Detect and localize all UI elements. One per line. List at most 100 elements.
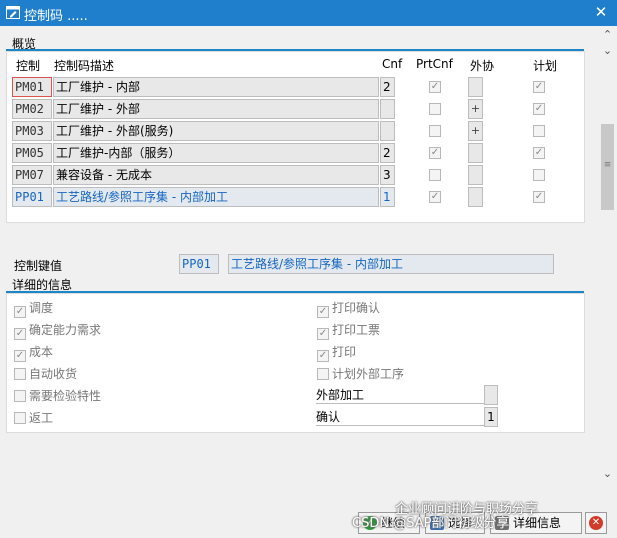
- row-plan-checkbox[interactable]: ✓: [533, 147, 545, 159]
- row-cnf[interactable]: 2: [380, 77, 395, 97]
- row-external-field[interactable]: [468, 187, 483, 207]
- control-key-value-label: 控制键值: [14, 259, 63, 273]
- watermark-line2: CSDN @SAP部门初级分享: [352, 516, 510, 531]
- detail-field-label: 外部加工: [316, 386, 484, 404]
- detail-field-label: 确认: [316, 408, 484, 426]
- detail-option-label: 需要检验特性: [29, 389, 102, 403]
- window-edit-icon: [6, 6, 20, 19]
- table-row[interactable]: PM02 工厂维护 - 外部 + ✓: [0, 99, 600, 121]
- checkbox[interactable]: [317, 368, 329, 380]
- chevron-down-icon[interactable]: ⌄: [598, 44, 617, 60]
- checkbox[interactable]: [14, 368, 26, 380]
- row-plan-checkbox[interactable]: [533, 169, 545, 181]
- row-key[interactable]: PM02: [12, 99, 52, 119]
- detail-option-label: 自动收货: [29, 367, 78, 381]
- detail-option[interactable]: ✓ 成本: [14, 344, 54, 362]
- grip-icon: ≡: [603, 160, 612, 170]
- details-panel: [6, 293, 585, 433]
- row-prtcnf-checkbox[interactable]: ✓: [429, 147, 441, 159]
- row-key[interactable]: PM07: [12, 165, 52, 185]
- row-key[interactable]: PM05: [12, 143, 52, 163]
- row-plan-checkbox[interactable]: ✓: [533, 103, 545, 115]
- control-key-value-desc: 工艺路线/参照工序集 - 内部加工: [228, 254, 554, 274]
- row-plan-checkbox[interactable]: ✓: [533, 81, 545, 93]
- detail-option[interactable]: 自动收货: [14, 366, 77, 382]
- scroll-down-icon[interactable]: ⌄: [598, 467, 617, 483]
- row-cnf[interactable]: [380, 121, 395, 141]
- row-plan-checkbox[interactable]: [533, 125, 545, 137]
- title-bar: 控制码 ..... ✕: [0, 0, 617, 26]
- checkbox[interactable]: ✓: [14, 350, 26, 362]
- details-button-label: 详细信息: [513, 516, 562, 530]
- checkbox[interactable]: [14, 412, 26, 424]
- row-external-field[interactable]: +: [468, 99, 483, 119]
- row-key[interactable]: PP01: [12, 187, 52, 207]
- column-header-cnf[interactable]: Cnf: [382, 57, 402, 71]
- detail-option-label: 返工: [29, 411, 54, 425]
- checkbox[interactable]: [14, 390, 26, 402]
- row-cnf[interactable]: [380, 99, 395, 119]
- scroll-up-icon[interactable]: ⌃: [598, 28, 617, 44]
- checkbox[interactable]: ✓: [317, 350, 329, 362]
- row-description[interactable]: 工厂维护-内部（服务）: [53, 143, 379, 163]
- detail-option[interactable]: 计划外部工序: [317, 366, 404, 382]
- column-header-plan[interactable]: 计划: [533, 57, 557, 74]
- row-description[interactable]: 工艺路线/参照工序集 - 内部加工: [53, 187, 379, 207]
- detail-field-input[interactable]: 1: [484, 407, 498, 427]
- detail-option[interactable]: ✓ 确定能力需求: [14, 322, 102, 340]
- detail-option-label: 计划外部工序: [332, 367, 405, 381]
- detail-option-label: 打印工票: [332, 323, 381, 337]
- detail-option-label: 打印确认: [332, 301, 381, 315]
- detail-option[interactable]: ✓ 调度: [14, 300, 54, 318]
- detail-option[interactable]: 返工: [14, 410, 53, 426]
- cancel-button[interactable]: ✕: [585, 512, 607, 534]
- column-header-desc[interactable]: 控制码描述: [54, 57, 114, 74]
- vertical-scrollbar[interactable]: ⌃ ⌄ ≡ ⌄: [598, 26, 617, 538]
- cancel-icon: ✕: [589, 516, 603, 530]
- column-header-external[interactable]: 外协: [470, 57, 494, 74]
- row-description[interactable]: 工厂维护 - 外部(服务): [53, 121, 379, 141]
- checkbox[interactable]: ✓: [317, 306, 329, 318]
- detail-option[interactable]: ✓ 打印: [317, 344, 357, 362]
- detail-field-input[interactable]: [484, 385, 498, 405]
- row-cnf[interactable]: 1: [380, 187, 395, 207]
- close-icon[interactable]: ✕: [593, 3, 609, 21]
- row-plan-checkbox[interactable]: ✓: [533, 191, 545, 203]
- checkbox[interactable]: ✓: [14, 328, 26, 340]
- row-external-field[interactable]: +: [468, 121, 483, 141]
- control-key-value-field: PP01: [179, 254, 219, 274]
- window-title: 控制码 .....: [24, 9, 88, 24]
- detail-option-label: 调度: [29, 301, 54, 315]
- row-description[interactable]: 工厂维护 - 内部: [53, 77, 379, 97]
- row-prtcnf-checkbox[interactable]: [429, 103, 441, 115]
- detail-option-label: 成本: [29, 345, 54, 359]
- row-external-field[interactable]: [468, 165, 483, 185]
- row-prtcnf-checkbox[interactable]: [429, 125, 441, 137]
- row-external-field[interactable]: [468, 77, 483, 97]
- row-prtcnf-checkbox[interactable]: ✓: [429, 81, 441, 93]
- row-key[interactable]: PM03: [12, 121, 52, 141]
- column-header-prtcnf[interactable]: PrtCnf: [416, 57, 453, 71]
- row-key[interactable]: PM01: [12, 77, 52, 97]
- table-row[interactable]: PM01 工厂维护 - 内部 2 ✓ ✓: [0, 77, 600, 99]
- table-row[interactable]: PM07 兼容设备 - 无成本 3: [0, 165, 600, 187]
- row-description[interactable]: 兼容设备 - 无成本: [53, 165, 379, 185]
- row-external-field[interactable]: [468, 143, 483, 163]
- detail-option-label: 确定能力需求: [29, 323, 102, 337]
- checkbox[interactable]: ✓: [14, 306, 26, 318]
- table-row[interactable]: PM05 工厂维护-内部（服务） 2 ✓ ✓: [0, 143, 600, 165]
- scroll-thumb[interactable]: ≡: [601, 124, 614, 210]
- detail-option-label: 打印: [332, 345, 357, 359]
- row-description[interactable]: 工厂维护 - 外部: [53, 99, 379, 119]
- detail-option[interactable]: ✓ 打印工票: [317, 322, 381, 340]
- row-prtcnf-checkbox[interactable]: [429, 169, 441, 181]
- column-header-key[interactable]: 控制: [16, 57, 46, 74]
- detail-option[interactable]: ✓ 打印确认: [317, 300, 381, 318]
- checkbox[interactable]: ✓: [317, 328, 329, 340]
- table-row[interactable]: PP01 工艺路线/参照工序集 - 内部加工 1 ✓ ✓: [0, 187, 600, 209]
- detail-option[interactable]: 需要检验特性: [14, 388, 101, 404]
- row-cnf[interactable]: 2: [380, 143, 395, 163]
- row-prtcnf-checkbox[interactable]: ✓: [429, 191, 441, 203]
- table-row[interactable]: PM03 工厂维护 - 外部(服务) +: [0, 121, 600, 143]
- row-cnf[interactable]: 3: [380, 165, 395, 185]
